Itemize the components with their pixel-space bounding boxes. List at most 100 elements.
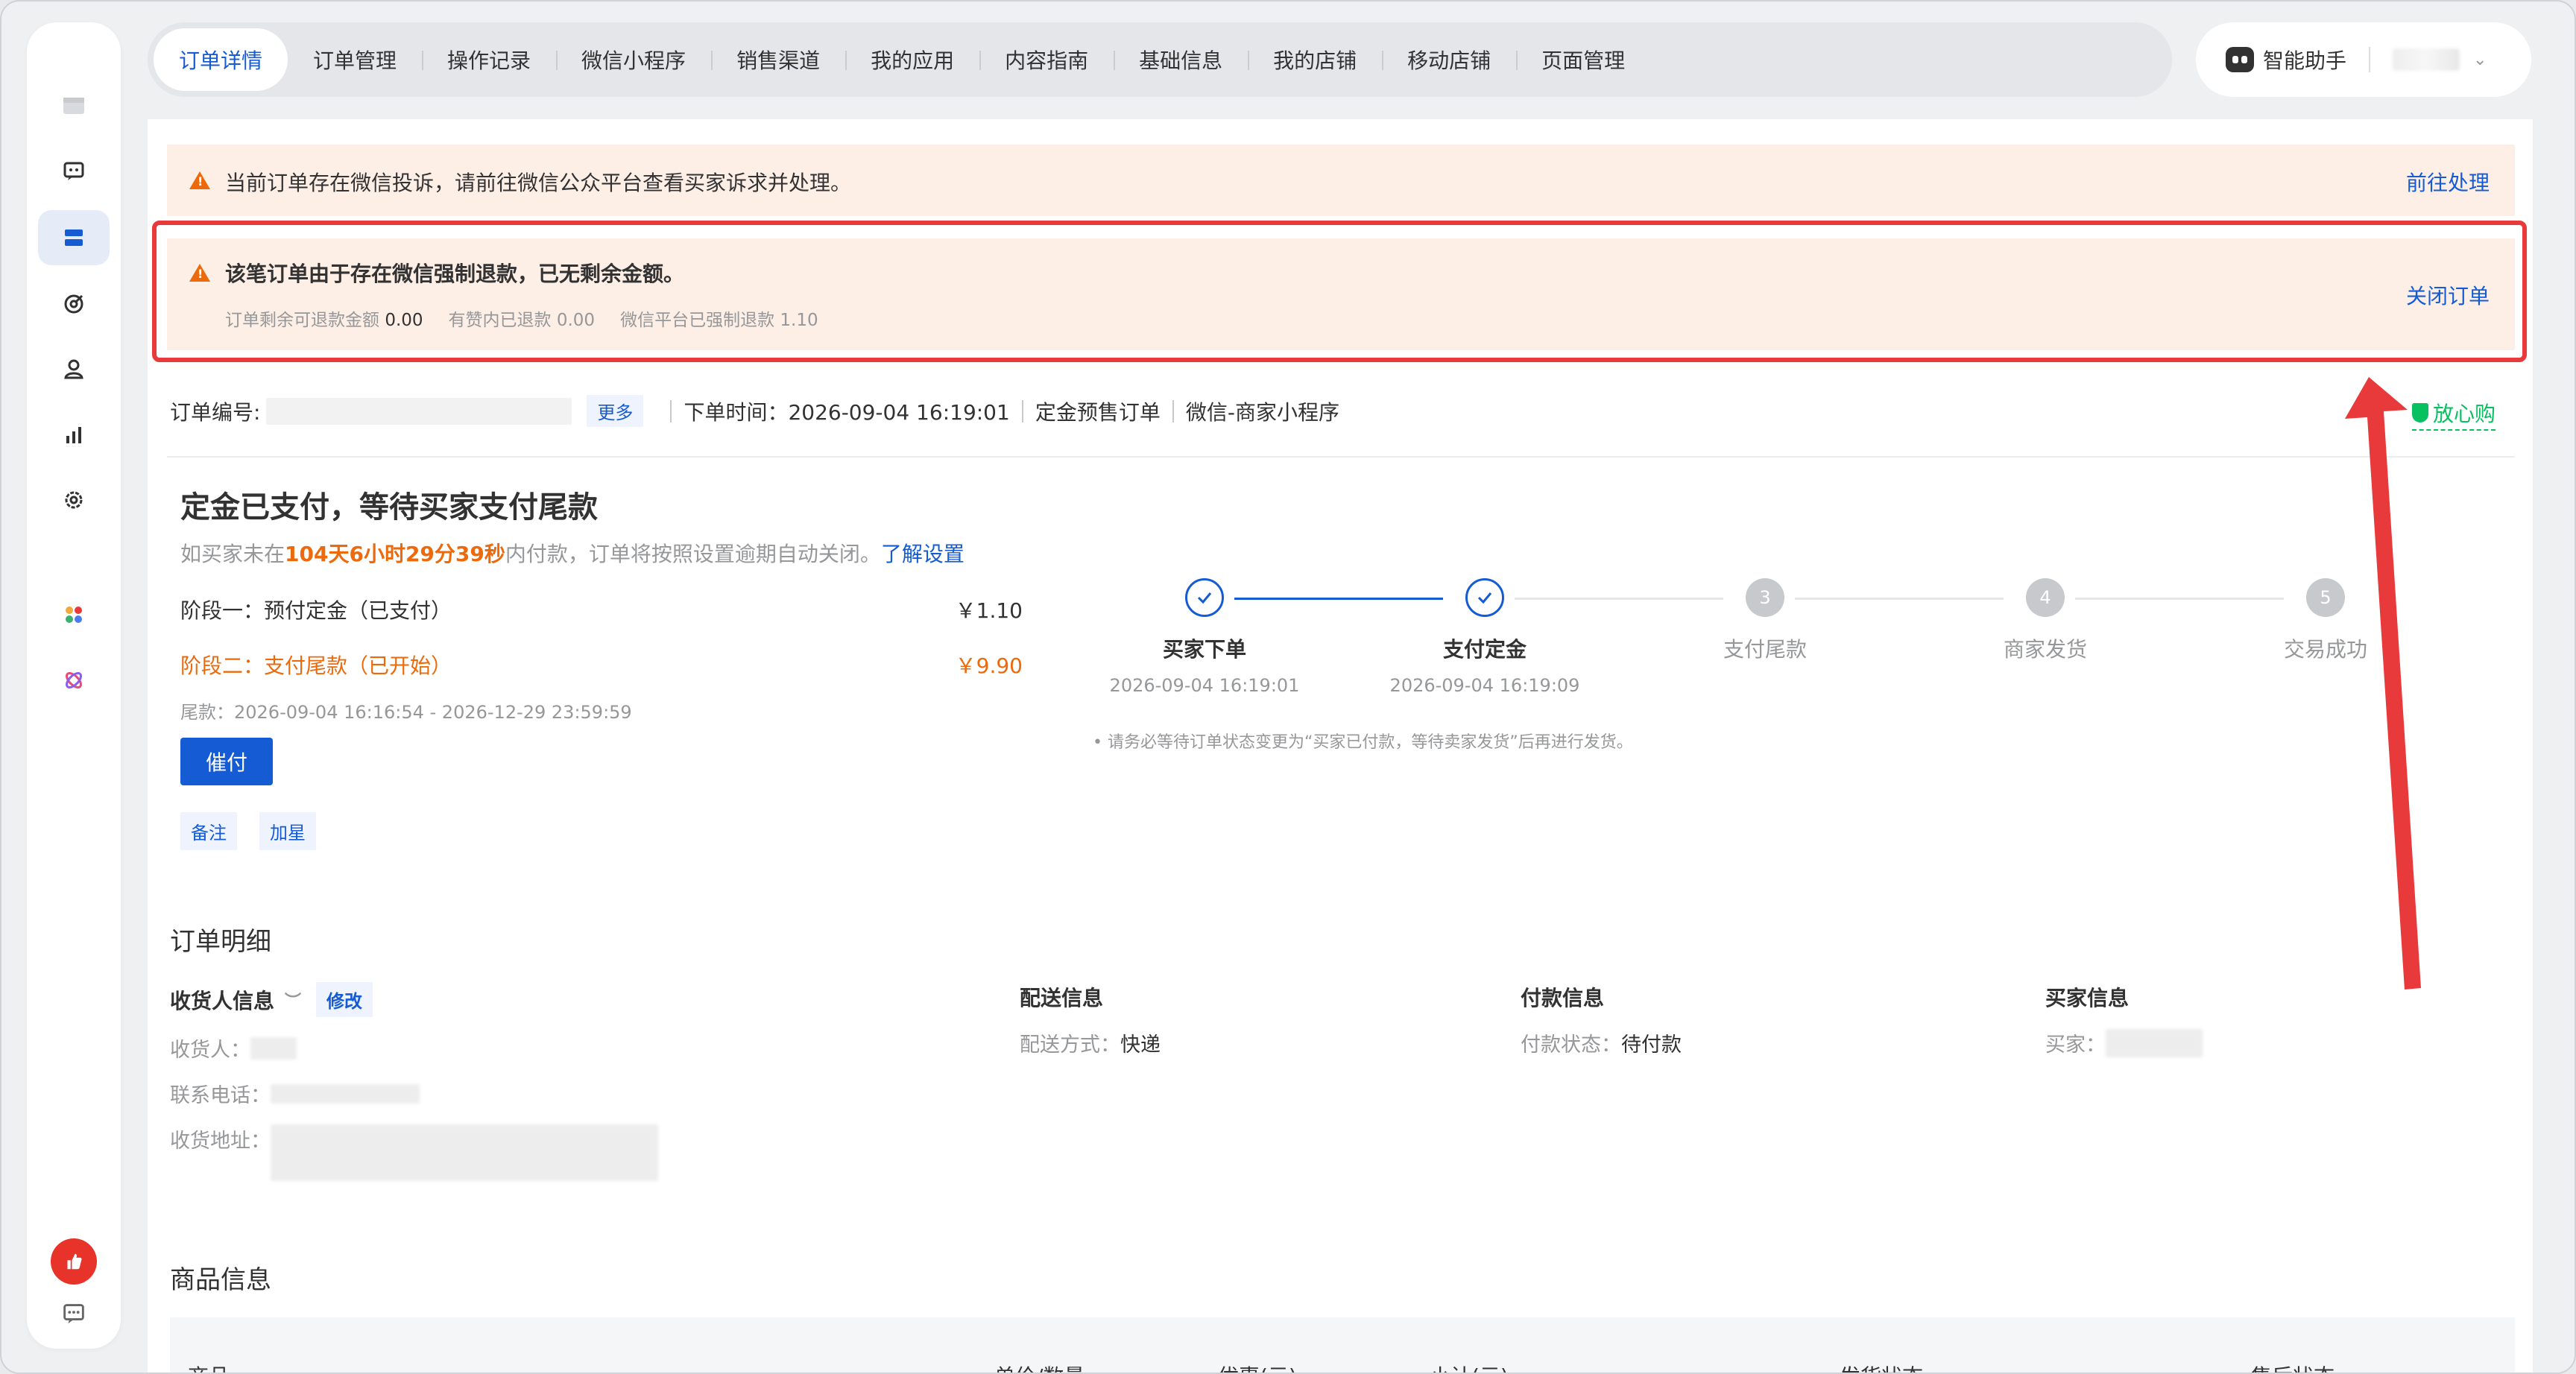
complaint-message: 当前订单存在微信投诉，请前往微信公众平台查看买家诉求并处理。	[225, 171, 852, 195]
delivery-method: 快递	[1120, 1033, 1161, 1057]
stage1-label: 阶段一：预付定金（已支付）	[180, 598, 452, 623]
delivery-method-label: 配送方式：	[1020, 1033, 1120, 1057]
tab-mobile-store[interactable]: 移动店铺	[1382, 22, 1516, 97]
more-button[interactable]: 更多	[587, 395, 644, 427]
marketing-icon[interactable]	[38, 276, 110, 331]
assistant-button[interactable]: 智能助手	[2263, 45, 2346, 75]
divider	[1172, 399, 1174, 422]
plugin-icon[interactable]	[38, 653, 110, 708]
payment-countdown: 104天6小时29分39秒	[285, 542, 505, 566]
safe-buy-badge[interactable]: 放心购	[2411, 398, 2496, 431]
shield-icon	[2411, 403, 2428, 422]
buyer-name-redacted[interactable]	[2106, 1028, 2203, 1057]
store-icon[interactable]	[38, 77, 110, 133]
safe-buy-label: 放心购	[2432, 402, 2496, 426]
delivery-info: 配送信息 配送方式： 快递	[1020, 982, 1161, 1057]
customer-service-icon[interactable]	[38, 143, 110, 198]
chevron-down-icon[interactable]: ⌄	[2473, 51, 2487, 69]
goods-info-title: 商品信息	[170, 1265, 271, 1295]
add-star-button[interactable]: 加星	[259, 812, 316, 850]
step-label: 支付尾款	[1723, 637, 1807, 662]
data-icon[interactable]	[38, 407, 110, 462]
sidebar	[27, 22, 121, 1349]
buyer-info: 买家信息 买家：	[2045, 982, 2203, 1057]
col-discount: 优惠(元)	[1218, 1361, 1297, 1373]
receiver-phone-label: 联系电话：	[170, 1084, 271, 1107]
check-icon	[1465, 578, 1504, 617]
order-progress-steps: 买家下单 2026-09-04 16:19:01 支付定金 2026-09-04…	[1093, 578, 2539, 727]
step-number: 5	[2306, 578, 2345, 617]
tab-page-management[interactable]: 页面管理	[1516, 22, 1650, 97]
learn-settings-link[interactable]: 了解设置	[881, 542, 965, 566]
divider	[670, 399, 672, 422]
receiver-title: 收货人信息	[170, 988, 275, 1013]
step-pay-deposit: 支付定金 2026-09-04 16:19:09	[1373, 578, 1597, 696]
settings-icon[interactable]	[38, 472, 110, 528]
order-no-redacted	[266, 397, 572, 425]
col-goods: 商品	[188, 1361, 230, 1373]
stage1-amount: ￥1.10	[955, 598, 1023, 623]
step-label: 交易成功	[2283, 637, 2367, 662]
tab-content-guide[interactable]: 内容指南	[979, 22, 1114, 97]
stage2-label: 阶段二：支付尾款（已开始）	[180, 653, 452, 678]
tab-sales-channel[interactable]: 销售渠道	[711, 22, 845, 97]
divider	[2369, 47, 2371, 72]
tab-order-management[interactable]: 订单管理	[288, 22, 422, 97]
feedback-icon[interactable]	[60, 1299, 88, 1328]
stage2-amount: ￥9.90	[955, 653, 1023, 678]
receiver-address-redacted	[271, 1124, 658, 1181]
goods-table-header: 商品 单价/数量 优惠(元) 小计(元) 发货状态 售后状态	[170, 1317, 2515, 1373]
payment-title: 付款信息	[1521, 986, 1605, 1010]
account-name-redacted[interactable]	[2393, 48, 2460, 71]
receiver-phone-redacted	[271, 1083, 420, 1104]
step-label: 买家下单	[1162, 637, 1246, 662]
tab-basic-info[interactable]: 基础信息	[1114, 22, 1248, 97]
urge-payment-button[interactable]: 催付	[180, 738, 273, 785]
step-time: 2026-09-04 16:19:09	[1389, 675, 1580, 696]
delivery-title: 配送信息	[1020, 986, 1104, 1010]
receiver-name-label: 收货人：	[170, 1039, 250, 1062]
warning-icon	[189, 171, 210, 189]
tab-operation-log[interactable]: 操作记录	[422, 22, 556, 97]
assistant-bar: 智能助手 ⌄	[2196, 22, 2531, 97]
desc-prefix: 如买家未在	[180, 542, 285, 566]
step-time: 2026-09-04 16:19:01	[1109, 675, 1300, 696]
apps-icon[interactable]	[38, 587, 110, 642]
order-detail-panel: 当前订单存在微信投诉，请前往微信公众平台查看买家诉求并处理。 前往处理 该笔订单…	[148, 119, 2533, 1373]
step-label: 支付定金	[1442, 637, 1527, 662]
tab-my-apps[interactable]: 我的应用	[845, 22, 979, 97]
divider	[167, 456, 2515, 458]
shipping-note: • 请务必等待订单状态变更为“买家已付款，等待卖家发货”后再进行发货。	[1093, 733, 1633, 752]
robot-icon[interactable]	[2226, 47, 2254, 72]
payment-info: 付款信息 付款状态： 待付款	[1521, 982, 1682, 1057]
complaint-alert: 当前订单存在微信投诉，请前往微信公众平台查看买家诉求并处理。 前往处理	[167, 145, 2515, 216]
thumbs-up-icon[interactable]	[51, 1238, 97, 1285]
tab-wechat-miniprogram[interactable]: 微信小程序	[556, 22, 711, 97]
order-meta: 订单编号: 更多 下单时间：2026-09-04 16:19:01 定金预售订单…	[170, 395, 1339, 427]
edit-address-button[interactable]: 修改	[316, 982, 373, 1017]
order-no-label: 订单编号:	[170, 399, 261, 425]
buyer-label: 买家：	[2045, 1033, 2106, 1057]
tab-my-store[interactable]: 我的店铺	[1248, 22, 1382, 97]
receiver-info: 收货人信息 ︶ 修改 收货人： 联系电话： 收货地址：	[170, 982, 658, 1181]
order-channel: 微信-商家小程序	[1185, 399, 1339, 425]
step-number: 4	[2026, 578, 2065, 617]
remark-button[interactable]: 备注	[180, 812, 237, 850]
step-merchant-ship: 4 商家发货	[1933, 578, 2157, 663]
app-window: 订单详情 订单管理 操作记录 微信小程序 销售渠道 我的应用 内容指南 基础信息…	[0, 0, 2576, 1374]
step-label: 商家发货	[2003, 637, 2087, 662]
divider	[1021, 399, 1023, 422]
tab-order-detail[interactable]: 订单详情	[154, 28, 288, 91]
order-type: 定金预售订单	[1035, 399, 1161, 425]
order-icon[interactable]	[38, 210, 110, 265]
stage-final-payment: 阶段二：支付尾款（已开始） ￥9.90	[180, 650, 1023, 680]
check-icon	[1185, 578, 1224, 617]
payment-status-label: 付款状态：	[1521, 1033, 1621, 1057]
go-handle-link[interactable]: 前往处理	[2406, 167, 2490, 197]
receiver-address-label: 收货地址：	[170, 1130, 271, 1153]
customer-icon[interactable]	[38, 341, 110, 396]
eye-closed-icon[interactable]: ︶	[285, 988, 301, 1012]
step-number: 3	[1746, 578, 1784, 617]
annotation-highlight-box	[152, 221, 2527, 362]
col-aftersale-status: 售后状态	[2251, 1361, 2334, 1373]
